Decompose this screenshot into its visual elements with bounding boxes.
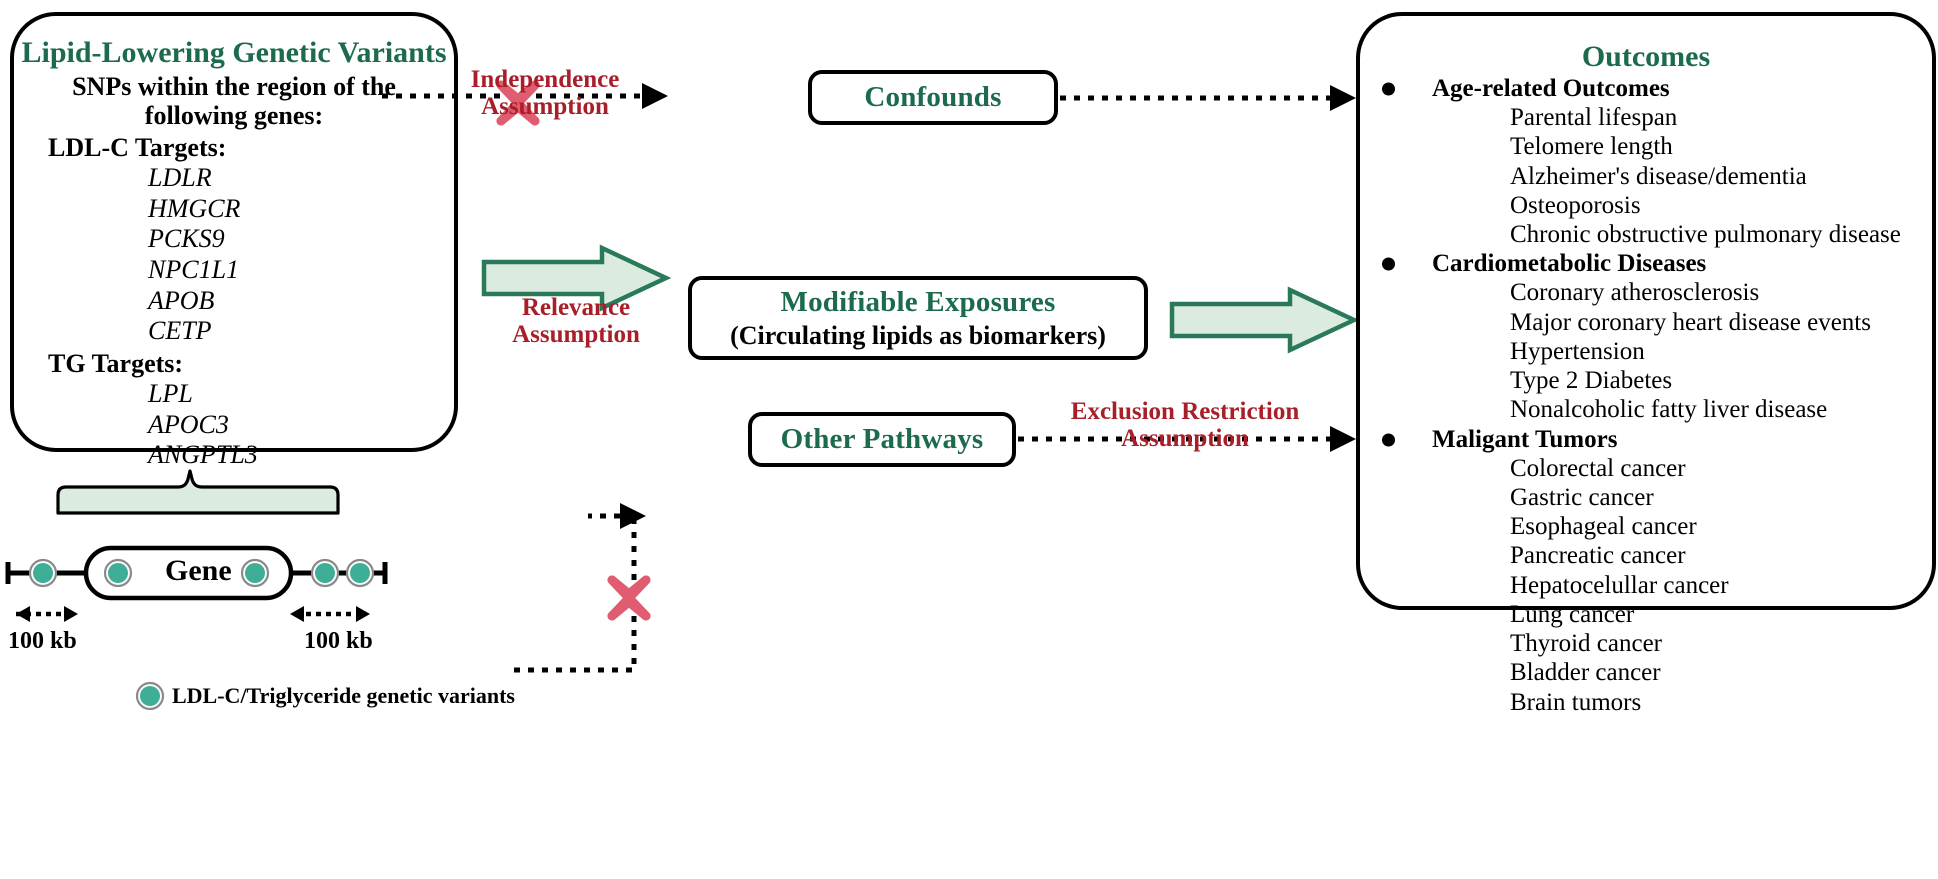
exclusion-restriction-line1: Exclusion Restriction: [1070, 398, 1300, 425]
outcomes-group-label-text: Maligant Tumors: [1432, 425, 1618, 453]
outcomes-group-label-text: Cardiometabolic Diseases: [1432, 250, 1707, 278]
independence-assumption-line1: Independence: [470, 66, 620, 93]
exposures-to-outcomes-arrow: [1169, 286, 1360, 354]
bullet-icon: [1382, 82, 1395, 96]
outcome-item: Thyroid cancer: [1510, 630, 1663, 657]
outcomes-panel-title: Outcomes: [1581, 40, 1711, 73]
outcome-item: Pancreatic cancer: [1510, 542, 1686, 570]
outcome-item: Lung cancer: [1510, 600, 1635, 628]
gene-capsule-label: Gene: [165, 554, 232, 587]
variant-marker: [103, 558, 133, 588]
modifiable-exposures-node[interactable]: Modifiable Exposures (Circulating lipids…: [688, 276, 1148, 360]
outcomes-group-label: Age-related Outcomes: [1360, 75, 1932, 103]
gene-name: NPC1L1: [148, 254, 240, 284]
gene-name: HMGCR: [148, 193, 241, 223]
exclusion-restriction-label: Exclusion Restriction Assumption: [1040, 398, 1330, 452]
variant-marker: [345, 558, 375, 588]
outcome-item: Parental lifespan: [1510, 104, 1678, 131]
confounds-node[interactable]: Confounds: [808, 70, 1058, 125]
outcome-item: Nonalcoholic fatty liver disease: [1510, 396, 1828, 424]
left-kb-arrow: [16, 606, 78, 622]
bullet-icon: [1382, 433, 1395, 446]
outcome-item: Hepatocelullar cancer: [1510, 571, 1729, 599]
bullet-icon: [1382, 257, 1395, 271]
outcome-item: Hypertension: [1510, 337, 1645, 365]
right-kb-label: 100 kb: [304, 628, 373, 654]
gene-name: CETP: [148, 316, 212, 346]
left-kb-label: 100 kb: [8, 628, 77, 654]
diagram-canvas: Lipid-Lowering Genetic Variants SNPs wit…: [0, 0, 1938, 879]
gene-name: PCKS9: [148, 224, 225, 254]
outcome-item: Bladder cancer: [1510, 659, 1661, 687]
modifiable-exposures-sublabel: (Circulating lipids as biomarkers): [730, 320, 1106, 350]
outcomes-group-label: Maligant Tumors: [1360, 426, 1932, 454]
gene-name: LPL: [148, 378, 193, 408]
gene-name: LDLR: [148, 162, 212, 192]
outcome-item: Esophageal cancer: [1510, 513, 1697, 540]
variants-panel-title: Lipid-Lowering Genetic Variants: [21, 36, 447, 69]
outcome-item: Type 2 Diabetes: [1510, 367, 1673, 394]
outcomes-group-label-text: Age-related Outcomes: [1432, 75, 1670, 102]
modifiable-exposures-label: Modifiable Exposures: [780, 285, 1056, 318]
variants-group-label-ldlc: LDL-C Targets:: [48, 132, 227, 162]
legend-label: LDL-C/Triglyceride genetic variants: [172, 683, 515, 708]
independence-assumption-line2: Assumption: [481, 93, 609, 120]
outcome-item: Colorectal cancer: [1510, 454, 1686, 482]
right-kb-arrow: [290, 606, 370, 622]
outcome-item: Osteoporosis: [1510, 191, 1641, 219]
variant-marker: [240, 558, 270, 588]
legend-marker: [135, 681, 165, 711]
variant-marker: [310, 558, 340, 588]
confounds-node-label: Confounds: [864, 81, 1002, 113]
other-pathways-label: Other Pathways: [780, 423, 984, 455]
variant-marker: [28, 558, 58, 588]
gene-name: APOC3: [148, 409, 229, 439]
outcomes-panel: Outcomes Age-related Outcomes Parental l…: [1356, 12, 1936, 716]
other-pathways-node[interactable]: Other Pathways: [748, 412, 1016, 467]
relevance-assumption-line1: Relevance: [521, 294, 631, 321]
outcome-item: Coronary atherosclerosis: [1510, 279, 1760, 307]
exclusion-restriction-line2: Assumption: [1121, 425, 1249, 452]
independence-assumption-label: Independence Assumption: [452, 66, 638, 120]
outcome-item: Chronic obstructive pulmonary disease: [1510, 221, 1901, 248]
x-block-icon: [607, 575, 651, 621]
outcome-item: Gastric cancer: [1510, 483, 1654, 511]
gene-track-graphic: [5, 469, 388, 622]
outcome-item: Telomere length: [1510, 133, 1673, 161]
outcome-item: Major coronary heart disease events: [1510, 308, 1871, 336]
other-pathways-elbow: [506, 412, 616, 572]
confounds-to-outcomes-path: [1060, 85, 1356, 111]
variants-group-label-tg: TG Targets:: [48, 348, 184, 378]
relevance-assumption-line2: Assumption: [512, 321, 640, 348]
gene-name: APOB: [148, 285, 215, 315]
gene-region-brace: [56, 469, 340, 515]
outcome-item: Alzheimer's disease/dementia: [1510, 162, 1807, 190]
outcomes-group-label: Cardiometabolic Diseases: [1360, 250, 1932, 278]
relevance-assumption-label: Relevance Assumption: [480, 294, 672, 348]
outcome-item: Brain tumors: [1510, 688, 1642, 716]
